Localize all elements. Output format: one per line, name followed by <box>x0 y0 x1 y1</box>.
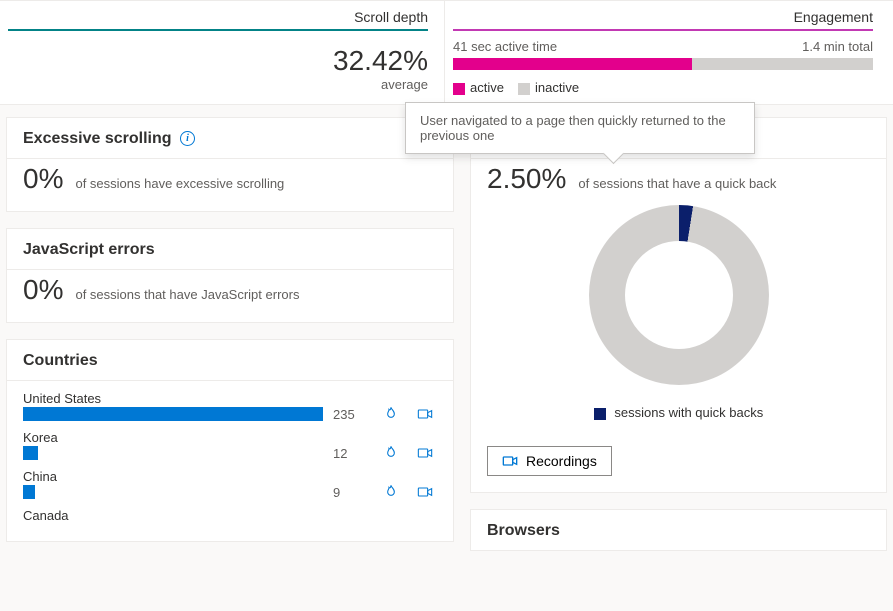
country-bar-track <box>23 485 323 499</box>
country-bar-line: 235 <box>23 406 437 422</box>
js-errors-header: JavaScript errors <box>7 229 453 269</box>
engagement-title: Engagement <box>453 9 873 31</box>
country-value: 12 <box>333 446 373 461</box>
js-errors-body: 0% of sessions that have JavaScript erro… <box>7 270 453 322</box>
scroll-depth-title: Scroll depth <box>8 9 428 31</box>
recording-icon[interactable] <box>417 406 433 422</box>
engagement-active-time: 41 sec active time <box>453 39 557 54</box>
donut-legend-label: sessions with quick backs <box>614 405 763 420</box>
excessive-scrolling-value: 0% <box>23 163 63 195</box>
country-row: Canada <box>23 502 437 525</box>
recordings-button[interactable]: Recordings <box>487 446 612 476</box>
country-bar-fill <box>23 407 323 421</box>
country-value: 9 <box>333 485 373 500</box>
browsers-card: Browsers <box>470 509 887 551</box>
country-bar-line: 9 <box>23 484 437 500</box>
heatmap-icon[interactable] <box>383 445 399 461</box>
legend-active-label: active <box>470 80 504 95</box>
country-actions <box>383 406 437 422</box>
engagement-total-time: 1.4 min total <box>802 39 873 54</box>
camera-icon <box>502 453 518 469</box>
legend-inactive-label: inactive <box>535 80 579 95</box>
tooltip-text: User navigated to a page then quickly re… <box>420 113 726 143</box>
countries-header: Countries <box>7 340 453 380</box>
scroll-depth-panel: Scroll depth 32.42% average <box>0 1 445 104</box>
excessive-scrolling-body: 0% of sessions have excessive scrolling <box>7 159 453 211</box>
country-bar-line: 12 <box>23 445 437 461</box>
excessive-scrolling-header: Excessive scrolling i <box>7 118 453 158</box>
quickbacks-card: Quick backs i 2.50% of sessions that hav… <box>470 117 887 493</box>
country-name: China <box>23 469 437 484</box>
browsers-title: Browsers <box>487 522 560 539</box>
info-icon[interactable]: i <box>180 131 195 146</box>
country-row: United States235 <box>23 385 437 424</box>
engagement-panel: Engagement 41 sec active time 1.4 min to… <box>445 1 893 104</box>
country-name: Korea <box>23 430 437 445</box>
country-row: China9 <box>23 463 437 502</box>
recording-icon[interactable] <box>417 484 433 500</box>
right-column: Quick backs i 2.50% of sessions that hav… <box>470 117 887 551</box>
country-bar-fill <box>23 485 35 499</box>
js-errors-title: JavaScript errors <box>23 241 155 258</box>
country-bar-track <box>23 407 323 421</box>
swatch-quickbacks-icon <box>594 408 606 420</box>
excessive-scrolling-desc: of sessions have excessive scrolling <box>75 176 284 191</box>
summary-strip: Scroll depth 32.42% average Engagement 4… <box>0 0 893 105</box>
recording-icon[interactable] <box>417 445 433 461</box>
engagement-stats: 41 sec active time 1.4 min total <box>453 39 873 54</box>
quickbacks-tooltip: User navigated to a page then quickly re… <box>405 102 755 154</box>
country-bar-track <box>23 446 323 460</box>
js-errors-value: 0% <box>23 274 63 306</box>
countries-title: Countries <box>23 352 98 369</box>
countries-body: United States235Korea12China9Canada <box>7 381 453 541</box>
excessive-scrolling-card: Excessive scrolling i 0% of sessions hav… <box>6 117 454 212</box>
country-name: Canada <box>23 508 437 523</box>
left-column: Excessive scrolling i 0% of sessions hav… <box>6 117 454 542</box>
country-value: 235 <box>333 407 373 422</box>
scroll-depth-sub: average <box>8 77 428 92</box>
scroll-depth-value: 32.42% average <box>8 45 428 92</box>
recordings-button-label: Recordings <box>526 453 597 469</box>
countries-card: Countries United States235Korea12China9C… <box>6 339 454 542</box>
engagement-bar <box>453 58 873 70</box>
excessive-scrolling-title: Excessive scrolling <box>23 130 172 147</box>
legend-inactive: inactive <box>518 80 579 95</box>
country-actions <box>383 445 437 461</box>
engagement-bar-fill <box>453 58 692 70</box>
scroll-depth-number: 32.42% <box>333 45 428 76</box>
legend-active: active <box>453 80 504 95</box>
country-actions <box>383 484 437 500</box>
quickbacks-body: 2.50% of sessions that have a quick back… <box>471 159 886 492</box>
country-row: Korea12 <box>23 424 437 463</box>
swatch-active-icon <box>453 83 465 95</box>
heatmap-icon[interactable] <box>383 406 399 422</box>
quickbacks-metric: 2.50% of sessions that have a quick back <box>487 163 870 195</box>
swatch-inactive-icon <box>518 83 530 95</box>
country-bar-fill <box>23 446 38 460</box>
heatmap-icon[interactable] <box>383 484 399 500</box>
quickbacks-desc: of sessions that have a quick back <box>578 176 776 191</box>
main-content: Excessive scrolling i 0% of sessions hav… <box>0 105 893 563</box>
country-name: United States <box>23 391 437 406</box>
quickbacks-value: 2.50% <box>487 163 566 195</box>
js-errors-card: JavaScript errors 0% of sessions that ha… <box>6 228 454 323</box>
quickbacks-chart: sessions with quick backs <box>487 195 870 430</box>
browsers-header: Browsers <box>471 510 886 550</box>
engagement-legend: active inactive <box>453 80 873 95</box>
donut-chart <box>589 205 769 385</box>
js-errors-desc: of sessions that have JavaScript errors <box>75 287 299 302</box>
donut-legend: sessions with quick backs <box>594 405 763 420</box>
